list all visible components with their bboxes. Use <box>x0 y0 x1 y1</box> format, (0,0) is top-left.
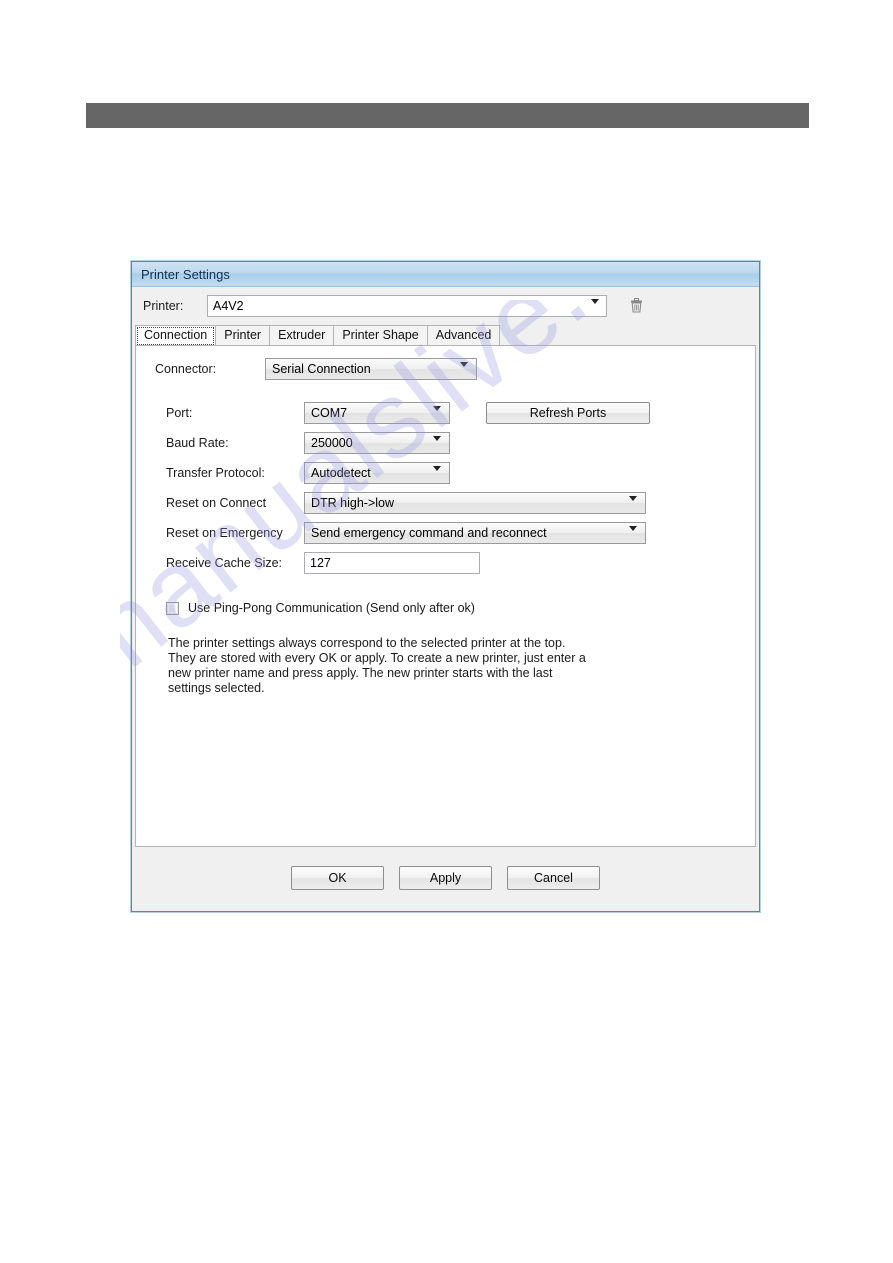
port-dropdown-value: COM7 <box>311 406 348 420</box>
dialog-titlebar: Printer Settings <box>132 262 759 287</box>
connection-fields: Port: COM7 Refresh Ports Baud Rate: 2500… <box>136 380 755 574</box>
chevron-down-icon <box>433 436 441 455</box>
baud-rate-label: Baud Rate: <box>166 436 229 450</box>
ok-button[interactable]: OK <box>291 866 384 890</box>
field-row-port: Port: COM7 Refresh Ports <box>166 402 755 425</box>
transfer-protocol-dropdown-value: Autodetect <box>311 466 371 480</box>
baud-rate-dropdown[interactable]: 250000 <box>304 432 450 455</box>
ping-pong-checkbox[interactable] <box>166 601 179 615</box>
dialog-title: Printer Settings <box>141 266 230 282</box>
field-row-reset-on-connect: Reset on Connect DTR high->low <box>166 492 755 515</box>
connector-label: Connector: <box>155 362 217 376</box>
reset-on-emergency-dropdown[interactable]: Send emergency command and reconnect <box>304 522 646 545</box>
settings-description: The printer settings always correspond t… <box>168 636 586 695</box>
printer-combobox[interactable]: A4V2 <box>207 294 607 318</box>
chevron-down-icon <box>629 526 637 545</box>
tab-connection[interactable]: Connection <box>135 325 217 345</box>
field-row-reset-on-emergency: Reset on Emergency Send emergency comman… <box>166 522 755 545</box>
chevron-down-icon <box>591 298 599 318</box>
reset-on-connect-dropdown[interactable]: DTR high->low <box>304 492 646 515</box>
tab-advanced-label: Advanced <box>435 328 492 342</box>
ping-pong-label: Use Ping-Pong Communication (Send only a… <box>188 601 475 615</box>
field-row-receive-cache-size: Receive Cache Size: 127 <box>166 552 755 574</box>
tab-printer-shape-label: Printer Shape <box>342 328 419 342</box>
chevron-down-icon <box>460 362 468 381</box>
reset-on-emergency-dropdown-value: Send emergency command and reconnect <box>311 526 547 540</box>
connector-dropdown[interactable]: Serial Connection <box>265 358 477 381</box>
field-row-baud-rate: Baud Rate: 250000 <box>166 432 755 455</box>
receive-cache-size-label: Receive Cache Size: <box>166 556 283 570</box>
chevron-down-icon <box>433 466 441 485</box>
trash-icon <box>630 298 642 313</box>
transfer-protocol-label: Transfer Protocol: <box>166 466 265 480</box>
ping-pong-row: Use Ping-Pong Communication (Send only a… <box>136 601 755 615</box>
connector-row: Connector: Serial Connection <box>136 346 755 381</box>
reset-on-connect-dropdown-value: DTR high->low <box>311 496 395 510</box>
transfer-protocol-dropdown[interactable]: Autodetect <box>304 462 450 485</box>
refresh-ports-button[interactable]: Refresh Ports <box>486 402 650 424</box>
printer-label: Printer: <box>143 298 184 313</box>
page-header-band <box>86 103 809 128</box>
tab-extruder-label: Extruder <box>278 328 326 342</box>
tab-printer-shape[interactable]: Printer Shape <box>333 325 428 345</box>
connector-dropdown-value: Serial Connection <box>272 362 371 376</box>
printer-settings-dialog: Printer Settings Printer: A4V2 Connectio… <box>131 261 760 912</box>
ok-button-label: OK <box>328 871 347 885</box>
tab-printer[interactable]: Printer <box>215 325 271 345</box>
port-dropdown[interactable]: COM7 <box>304 402 450 425</box>
tab-extruder[interactable]: Extruder <box>269 325 335 345</box>
dialog-footer: OK Apply Cancel <box>132 847 759 909</box>
chevron-down-icon <box>433 406 441 425</box>
reset-on-connect-label: Reset on Connect <box>166 496 267 510</box>
receive-cache-size-input[interactable]: 127 <box>304 552 480 574</box>
chevron-down-icon <box>629 496 637 515</box>
cancel-button[interactable]: Cancel <box>507 866 600 890</box>
refresh-ports-label: Refresh Ports <box>529 406 607 420</box>
printer-combobox-value: A4V2 <box>213 298 244 313</box>
printer-selector-row: Printer: A4V2 <box>132 287 759 324</box>
tab-printer-label: Printer <box>224 328 262 342</box>
reset-on-emergency-label: Reset on Emergency <box>166 526 283 540</box>
port-label: Port: <box>166 406 193 420</box>
tab-connection-label: Connection <box>144 328 208 342</box>
apply-button[interactable]: Apply <box>399 866 492 890</box>
tab-advanced[interactable]: Advanced <box>426 325 501 345</box>
cancel-button-label: Cancel <box>534 871 573 885</box>
connection-tab-panel: Connector: Serial Connection Port: COM7 … <box>135 345 756 847</box>
apply-button-label: Apply <box>429 871 462 885</box>
baud-rate-dropdown-value: 250000 <box>311 436 353 450</box>
field-row-transfer-protocol: Transfer Protocol: Autodetect <box>166 462 755 485</box>
delete-printer-button[interactable] <box>627 296 645 316</box>
receive-cache-size-value: 127 <box>310 556 331 570</box>
settings-tabstrip: Connection Printer Extruder Printer Shap… <box>132 324 759 345</box>
